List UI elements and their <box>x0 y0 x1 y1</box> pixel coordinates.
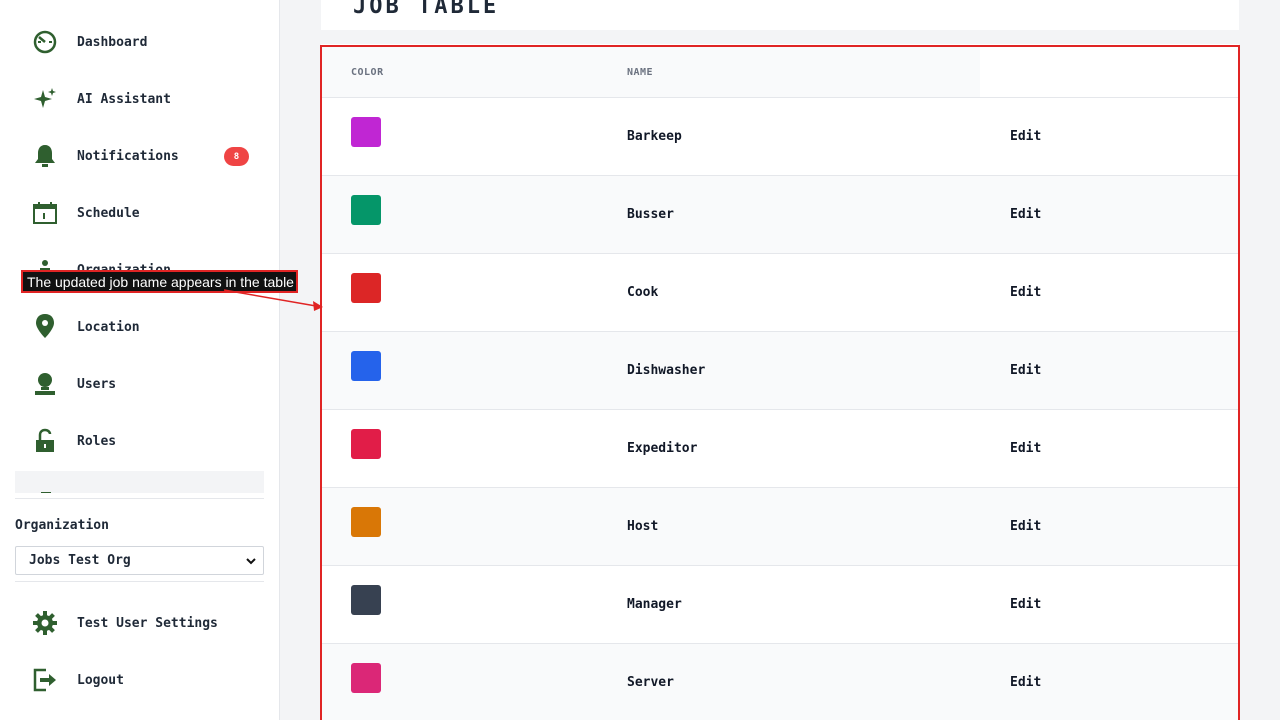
sidebar-item-dashboard[interactable]: Dashboard <box>30 27 264 57</box>
organization-select[interactable]: Jobs Test Org <box>15 546 264 575</box>
job-name-cell: Server <box>627 675 674 690</box>
column-header-name: NAME <box>627 67 654 78</box>
sidebar: Dashboard AI Assistant Notifications 8 S… <box>0 0 280 720</box>
column-header-color: COLOR <box>351 67 384 78</box>
logout-icon <box>30 665 60 695</box>
settings-button[interactable]: Test User Settings <box>30 608 264 638</box>
divider <box>15 581 264 582</box>
table-row: Barkeep Edit <box>322 98 1238 176</box>
sidebar-item-label: Location <box>77 319 140 335</box>
job-name-cell: Dishwasher <box>627 363 706 378</box>
user-icon <box>30 369 60 399</box>
color-swatch <box>351 195 381 225</box>
color-swatch <box>351 273 381 303</box>
table-row: Expeditor Edit <box>322 410 1238 488</box>
edit-job-button[interactable]: Edit <box>1010 675 1041 690</box>
edit-job-button[interactable]: Edit <box>1010 207 1041 222</box>
table-row: Cook Edit <box>322 254 1238 332</box>
sidebar-item-label: Roles <box>77 433 117 449</box>
color-swatch <box>351 351 381 381</box>
sidebar-item-label: Dashboard <box>77 34 148 50</box>
color-swatch <box>351 507 381 537</box>
table-row: Busser Edit <box>322 176 1238 254</box>
job-name-cell: Cook <box>627 285 659 300</box>
table-row: Host Edit <box>322 488 1238 566</box>
color-swatch <box>351 429 381 459</box>
sidebar-item-label: AI Assistant <box>77 91 171 107</box>
location-pin-icon <box>30 312 60 342</box>
edit-job-button[interactable]: Edit <box>1010 285 1041 300</box>
edit-job-button[interactable]: Edit <box>1010 129 1041 144</box>
annotation-callout: The updated job name appears in the tabl… <box>21 270 298 293</box>
sidebar-item-jobs[interactable] <box>15 471 264 493</box>
divider <box>15 498 264 499</box>
sidebar-item-users[interactable]: Users <box>30 369 264 399</box>
logout-button[interactable]: Logout <box>30 665 264 695</box>
sidebar-item-ai-assistant[interactable]: AI Assistant <box>30 84 264 114</box>
gear-icon <box>30 608 60 638</box>
job-table: COLOR NAME Barkeep Edit Busser Edit Cook Edit… <box>320 45 1240 720</box>
color-swatch <box>351 585 381 615</box>
organization-select-value: Jobs Test Org <box>29 553 131 568</box>
page-title: JOB TABLE <box>353 0 500 19</box>
table-row: Server Edit <box>322 644 1238 720</box>
calendar-icon <box>30 198 60 228</box>
table-row: Manager Edit <box>322 566 1238 644</box>
edit-job-button[interactable]: Edit <box>1010 597 1041 612</box>
logout-label: Logout <box>77 672 124 688</box>
sidebar-item-schedule[interactable]: Schedule <box>30 198 264 228</box>
chevron-down-icon <box>245 555 257 571</box>
notification-count-badge: 8 <box>224 147 249 166</box>
bell-icon <box>30 141 60 171</box>
edit-job-button[interactable]: Edit <box>1010 441 1041 456</box>
briefcase-icon <box>33 487 59 493</box>
job-name-cell: Busser <box>627 207 674 222</box>
sidebar-item-label: Schedule <box>77 205 140 221</box>
sidebar-item-roles[interactable]: Roles <box>30 426 264 456</box>
dashboard-icon <box>30 27 60 57</box>
settings-label: Test User Settings <box>77 615 218 631</box>
sidebar-item-label: Notifications <box>77 148 179 164</box>
table-header: COLOR NAME <box>322 47 980 97</box>
color-swatch <box>351 117 381 147</box>
sidebar-item-label: Users <box>77 376 117 392</box>
organization-label: Organization <box>15 518 109 533</box>
edit-job-button[interactable]: Edit <box>1010 363 1041 378</box>
color-swatch <box>351 663 381 693</box>
sidebar-item-location[interactable]: Location <box>30 312 264 342</box>
table-row: Dishwasher Edit <box>322 332 1238 410</box>
lock-icon <box>30 426 60 456</box>
job-name-cell: Manager <box>627 597 682 612</box>
job-name-cell: Barkeep <box>627 129 682 144</box>
sidebar-item-notifications[interactable]: Notifications 8 <box>30 141 264 171</box>
section-gap <box>321 30 1239 44</box>
edit-job-button[interactable]: Edit <box>1010 519 1041 534</box>
sparkle-icon <box>30 84 60 114</box>
job-name-cell: Expeditor <box>627 441 698 456</box>
job-name-cell: Host <box>627 519 659 534</box>
